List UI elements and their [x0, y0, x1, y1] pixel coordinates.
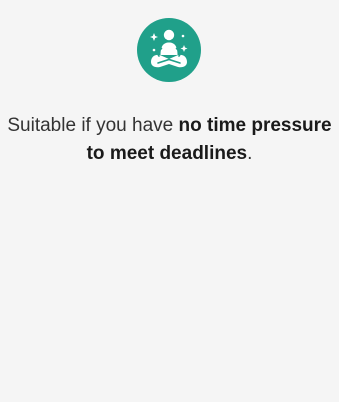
- description-prefix: Suitable if you have: [7, 115, 179, 136]
- option-card: Suitable if you have no time pressure to…: [0, 0, 339, 402]
- option-description: Suitable if you have no time pressure to…: [0, 112, 339, 168]
- meditation-person-icon: [137, 18, 201, 82]
- description-suffix: .: [247, 143, 253, 164]
